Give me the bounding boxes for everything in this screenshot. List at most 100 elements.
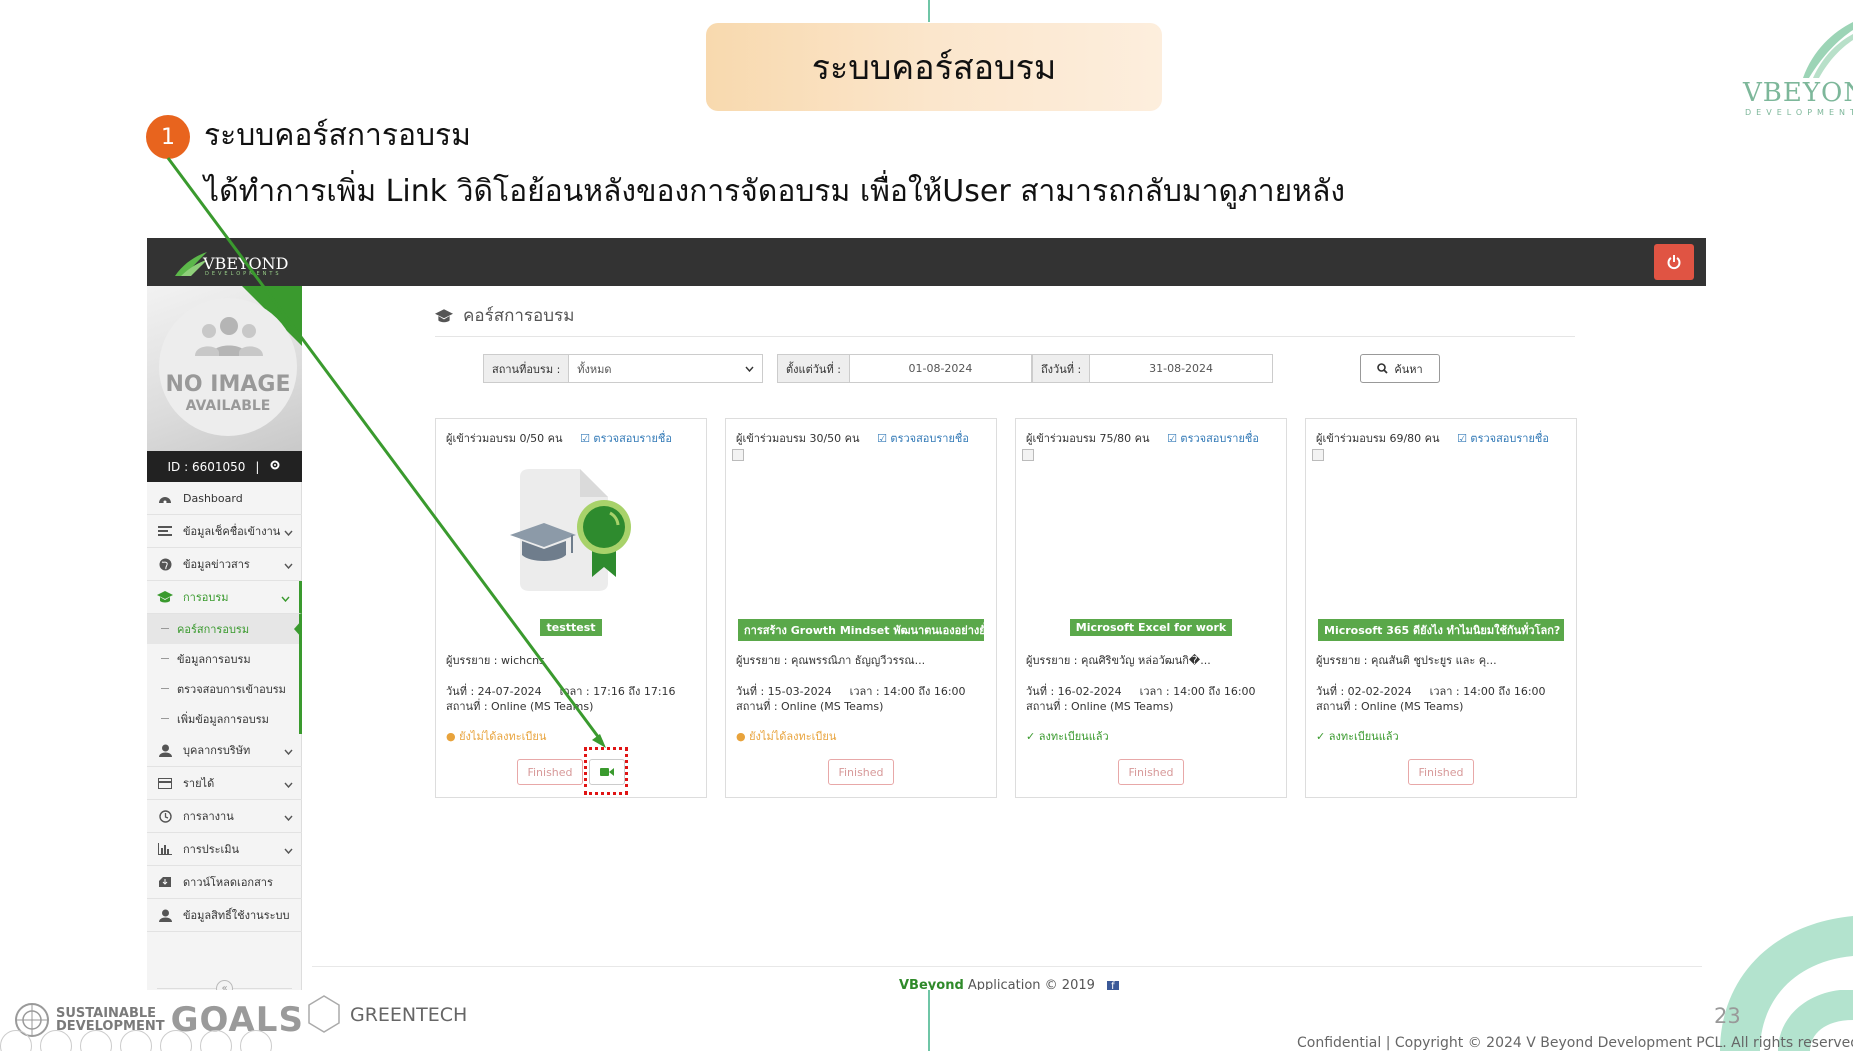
sidebar-item-news[interactable]: ข้อมูลข่าวสาร [147, 548, 302, 581]
finished-button[interactable]: Finished [828, 759, 894, 785]
chevron-down-icon [281, 592, 290, 605]
wing-icon [1803, 22, 1853, 78]
participants-count: ผู้เข้าร่วมอบรม 30/50 คน [736, 432, 860, 445]
slide-title-box: ระบบคอร์สอบรม [706, 23, 1162, 111]
camera-icon[interactable] [200, 1030, 232, 1051]
location-label: สถานที่อบรม : [484, 355, 570, 382]
bar-chart-icon [157, 841, 173, 857]
vbeyond-logo: VBEYON DEVELOPMENT [1743, 20, 1853, 130]
sidebar-item-evaluation[interactable]: การประเมิน [147, 833, 302, 866]
sidebar-item-staff[interactable]: บุคลากรบริษัท [147, 734, 302, 767]
user-icon [157, 907, 173, 923]
graduation-cap-icon [157, 589, 173, 605]
subtitle-icon[interactable] [160, 1030, 192, 1051]
sidebar-item-training[interactable]: การอบรม [147, 581, 302, 614]
confidential-footer: Confidential | Copyright © 2024 V Beyond… [1297, 1035, 1853, 1051]
course-title: testtest [540, 619, 602, 636]
logout-button[interactable] [1654, 244, 1694, 280]
chevron-down-icon [284, 745, 293, 758]
from-date-filter[interactable]: ตั้งแต่วันที่ : 01-08-2024 [777, 354, 1032, 383]
registration-status: ✓ ลงทะเบียนแล้ว [1316, 730, 1399, 743]
dashboard-icon [157, 490, 173, 506]
section-number-badge: 1 [146, 115, 190, 159]
sidebar-item-permissions[interactable]: ข้อมูลสิทธิ์ใช้งานระบบ [147, 899, 302, 932]
location: สถานที่ : Online (MS Teams) [736, 700, 884, 713]
play-icon[interactable] [0, 1030, 32, 1051]
credit-card-icon [157, 775, 173, 791]
check-attendees-link[interactable]: ☑ ตรวจสอบรายชื่อ [580, 432, 672, 445]
graduation-cap-icon [435, 308, 453, 322]
speaker: ผู้บรรยาย : คุณพรรณิภา ธัญญวีวรรณ... [736, 654, 926, 667]
location: สถานที่ : Online (MS Teams) [1026, 700, 1174, 713]
user-id: ID : 6601050 [167, 459, 246, 474]
presentation-toolbar [0, 1030, 272, 1051]
to-date-input[interactable]: 31-08-2024 [1090, 355, 1272, 382]
download-icon [157, 874, 173, 890]
sidebar-subitem-training-info[interactable]: ข้อมูลการอบรม [147, 644, 302, 674]
video-button-highlight [584, 747, 628, 795]
more-icon[interactable] [240, 1030, 272, 1051]
zoom-icon[interactable] [120, 1030, 152, 1051]
from-date-input[interactable]: 01-08-2024 [849, 355, 1031, 382]
broken-image-icon [1022, 449, 1034, 461]
globe-icon [157, 556, 173, 572]
to-date-filter[interactable]: ถึงวันที่ : 31-08-2024 [1032, 354, 1273, 383]
sidebar-subitem-attendance-check[interactable]: ตรวจสอบการเข้าอบรม [147, 674, 302, 704]
sidebar-menu: Dashboard ข้อมูลเช็คชื่อเข้างาน ข้อมูลข่… [147, 482, 302, 932]
speaker: ผู้บรรยาย : คุณสันติ ชูประยูร และ คุ... [1316, 654, 1497, 667]
sidebar-item-income[interactable]: รายได้ [147, 767, 302, 800]
list-icon [157, 523, 173, 539]
sidebar-item-download[interactable]: ดาวน์โหลดเอกสาร [147, 866, 302, 899]
sidebar-item-dashboard[interactable]: Dashboard [147, 482, 302, 515]
pen-icon[interactable] [40, 1030, 72, 1051]
finished-button[interactable]: Finished [1118, 759, 1184, 785]
user-icon [157, 742, 173, 758]
avatar: NO IMAGE AVAILABLE [147, 286, 302, 451]
search-button[interactable]: ค้นหา [1360, 354, 1440, 383]
location: สถานที่ : Online (MS Teams) [446, 700, 594, 713]
users-placeholder-icon [195, 317, 263, 356]
sidebar-subitem-courses[interactable]: คอร์สการอบรม [147, 614, 302, 644]
from-date-label: ตั้งแต่วันที่ : [778, 355, 850, 382]
course-title: การสร้าง Growth Mindset พัฒนาตนเองอย่างย… [738, 619, 984, 641]
sidebar-subitem-add-training[interactable]: เพิ่มข้อมูลการอบรม [147, 704, 302, 734]
sidebar-item-attendance[interactable]: ข้อมูลเช็คชื่อเข้างาน [147, 515, 302, 548]
location-filter[interactable]: สถานที่อบรม : ทั้งหมด [483, 354, 763, 383]
slide-title: ระบบคอร์สอบรม [811, 48, 1057, 88]
check-attendees-link[interactable]: ☑ ตรวจสอบรายชื่อ [877, 432, 969, 445]
search-icon [1377, 363, 1388, 374]
speaker: ผู้บรรยาย : wichcns [446, 654, 545, 667]
course-title: Microsoft 365 ดียังไง ทำไมนิยมใช้กันทั่ว… [1318, 619, 1564, 641]
check-attendees-link[interactable]: ☑ ตรวจสอบรายชื่อ [1457, 432, 1549, 445]
check-circle-icon: ✓ [1026, 730, 1036, 743]
chevron-down-icon [284, 811, 293, 824]
location-select[interactable]: ทั้งหมด [577, 360, 611, 378]
settings-icon[interactable] [269, 459, 281, 474]
logo-subtext: DEVELOPMENT [1745, 108, 1853, 117]
section-description: ได้ทำการเพิ่ม Link วิดิโอย้อนหลังของการจ… [204, 174, 1345, 209]
broken-image-icon [1312, 449, 1324, 461]
to-date-label: ถึงวันที่ : [1033, 355, 1091, 382]
app-screenshot: VBEYOND DEVELOPMENTS NO IMAGE AVAILABLE … [147, 238, 1706, 990]
page-number: 23 [1714, 1004, 1741, 1028]
user-id-bar: ID : 6601050 | [147, 451, 302, 482]
logo-text: VBEYON [1743, 78, 1853, 108]
registration-status: ● ยังไม่ได้ลงทะเบียน [736, 730, 837, 743]
sidebar-item-leave[interactable]: การลางาน [147, 800, 302, 833]
sidebar-collapse-button[interactable]: « [216, 980, 233, 990]
finished-button[interactable]: Finished [517, 759, 583, 785]
check-attendees-link[interactable]: ☑ ตรวจสอบรายชื่อ [1167, 432, 1259, 445]
speaker: ผู้บรรยาย : คุณศิริขวัญ หล่อวัฒนกิ�... [1026, 654, 1211, 667]
slides-icon[interactable] [80, 1030, 112, 1051]
broken-image-icon [732, 449, 744, 461]
chevron-down-icon [745, 366, 754, 372]
no-image-text: NO IMAGE [165, 372, 291, 397]
finished-button[interactable]: Finished [1408, 759, 1474, 785]
chevron-down-icon [284, 844, 293, 857]
top-navbar: VBEYOND DEVELOPMENTS [147, 238, 1706, 286]
facebook-icon[interactable]: f [1106, 981, 1119, 990]
certificate-icon [510, 469, 631, 591]
sidebar: NO IMAGE AVAILABLE ID : 6601050 | Dashbo… [147, 286, 302, 990]
chevron-down-icon [284, 778, 293, 791]
participants-count: ผู้เข้าร่วมอบรม 0/50 คน [446, 432, 563, 445]
